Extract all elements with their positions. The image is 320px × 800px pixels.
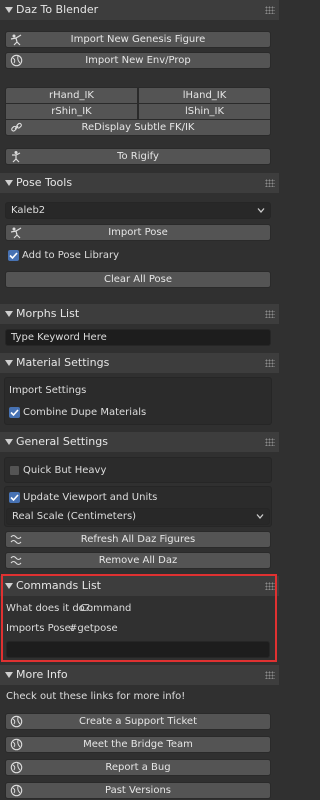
panel-header-commands-list[interactable]: Commands List	[0, 576, 279, 596]
add-to-pose-library-checkbox[interactable]	[8, 250, 19, 261]
import-pose-button[interactable]: Import Pose	[5, 224, 271, 241]
globe-icon	[10, 54, 23, 67]
chevron-down-icon	[5, 360, 13, 366]
redisplay-fkik-button[interactable]: ReDisplay Subtle FK/IK	[5, 119, 271, 136]
imports-pose-command: #getpose	[69, 623, 118, 634]
button-label: Import New Genesis Figure	[70, 34, 206, 45]
panel-header-more-info[interactable]: More Info	[0, 665, 279, 685]
chevron-down-icon	[5, 583, 13, 589]
imports-pose-label: Imports Pose:	[6, 623, 75, 634]
quick-but-heavy-label: Quick But Heavy	[23, 465, 107, 476]
wave-icon	[10, 555, 22, 566]
update-viewport-label: Update Viewport and Units	[23, 492, 158, 503]
panel-title: Pose Tools	[16, 176, 73, 189]
to-rigify-button[interactable]: To Rigify	[5, 148, 271, 165]
wave-icon	[10, 534, 22, 545]
quick-heavy-box: Quick But Heavy	[4, 457, 272, 483]
figure-select-value: Kaleb2	[11, 205, 46, 216]
command-input[interactable]	[6, 641, 270, 658]
import-settings-label: Import Settings	[9, 385, 87, 396]
armature-icon	[10, 227, 22, 239]
globe-icon	[10, 761, 23, 774]
past-versions-button[interactable]: Past Versions	[5, 782, 271, 799]
combine-dupe-materials-label: Combine Dupe Materials	[23, 407, 147, 418]
panel-title: Daz To Blender	[16, 3, 99, 16]
armature-icon	[10, 34, 22, 46]
chevron-down-icon	[5, 672, 13, 678]
button-label: Report a Bug	[105, 762, 171, 773]
scale-select[interactable]: Real Scale (Centimeters)	[6, 508, 270, 525]
drag-handle-icon[interactable]	[265, 438, 275, 446]
chevron-down-icon	[256, 514, 264, 519]
create-support-ticket-button[interactable]: Create a Support Ticket	[5, 713, 271, 730]
globe-icon	[10, 715, 23, 728]
checkmark-icon	[10, 409, 19, 417]
material-settings-box: Import Settings Combine Dupe Materials	[4, 377, 272, 425]
remove-all-daz-button[interactable]: Remove All Daz	[5, 552, 271, 569]
link-icon	[11, 122, 22, 132]
scale-select-value: Real Scale (Centimeters)	[12, 511, 137, 522]
morph-search-input[interactable]: Type Keyword Here	[5, 329, 271, 346]
import-env-button[interactable]: Import New Env/Prop	[5, 52, 271, 69]
drag-handle-icon[interactable]	[265, 6, 275, 14]
drag-handle-icon[interactable]	[265, 179, 275, 187]
chevron-down-icon	[5, 180, 13, 186]
import-genesis-button[interactable]: Import New Genesis Figure	[5, 31, 271, 48]
viewport-settings-box: Update Viewport and Units Real Scale (Ce…	[4, 486, 272, 527]
quick-but-heavy-checkbox[interactable]	[9, 465, 20, 476]
panel-header-morphs-list[interactable]: Morphs List	[0, 304, 279, 324]
panel-header-pose-tools[interactable]: Pose Tools	[0, 173, 279, 193]
panel-title: General Settings	[16, 435, 108, 448]
refresh-all-daz-button[interactable]: Refresh All Daz Figures	[5, 531, 271, 548]
combine-dupe-materials-checkbox[interactable]	[9, 407, 20, 418]
what-does-it-do-value: Command	[80, 603, 132, 614]
clear-all-pose-button[interactable]: Clear All Pose	[5, 271, 271, 288]
rhand-ik-button[interactable]: rHand_IK	[5, 87, 138, 104]
button-label: ReDisplay Subtle FK/IK	[81, 122, 195, 133]
panel-title: More Info	[16, 668, 68, 681]
more-info-description: Check out these links for more info!	[6, 691, 186, 702]
button-label: Meet the Bridge Team	[83, 739, 193, 750]
drag-handle-icon[interactable]	[265, 582, 275, 590]
panel-header-material-settings[interactable]: Material Settings	[0, 353, 279, 373]
rshin-ik-button[interactable]: rShin_IK	[5, 103, 138, 120]
figure-select[interactable]: Kaleb2	[5, 202, 271, 219]
button-label: Refresh All Daz Figures	[80, 534, 196, 545]
report-bug-button[interactable]: Report a Bug	[5, 759, 271, 776]
globe-icon	[10, 738, 23, 751]
button-label: Import New Env/Prop	[85, 55, 191, 66]
chevron-down-icon	[5, 7, 13, 13]
button-label: Remove All Daz	[98, 555, 178, 566]
button-label: Past Versions	[104, 785, 171, 796]
panel-header-daz-to-blender[interactable]: Daz To Blender	[0, 0, 279, 20]
panel-title: Commands List	[16, 579, 101, 592]
button-label: To Rigify	[117, 151, 159, 162]
panel-header-general-settings[interactable]: General Settings	[0, 432, 279, 452]
drag-handle-icon[interactable]	[265, 310, 275, 318]
button-label: Create a Support Ticket	[78, 716, 197, 727]
button-label: Import Pose	[108, 227, 168, 238]
checkmark-icon	[9, 252, 18, 260]
drag-handle-icon[interactable]	[265, 671, 275, 679]
panel-title: Morphs List	[16, 307, 80, 320]
checkmark-icon	[10, 494, 19, 502]
meet-bridge-team-button[interactable]: Meet the Bridge Team	[5, 736, 271, 753]
chevron-down-icon	[257, 208, 265, 213]
add-to-pose-library-label: Add to Pose Library	[22, 250, 120, 261]
chevron-down-icon	[5, 439, 13, 445]
chevron-down-icon	[5, 311, 13, 317]
update-viewport-checkbox[interactable]	[9, 492, 20, 503]
panel-title: Material Settings	[16, 356, 110, 369]
lshin-ik-button[interactable]: lShin_IK	[138, 103, 271, 120]
armature-icon	[12, 151, 21, 163]
globe-icon	[10, 784, 23, 797]
drag-handle-icon[interactable]	[265, 359, 275, 367]
lhand-ik-button[interactable]: lHand_IK	[138, 87, 271, 104]
